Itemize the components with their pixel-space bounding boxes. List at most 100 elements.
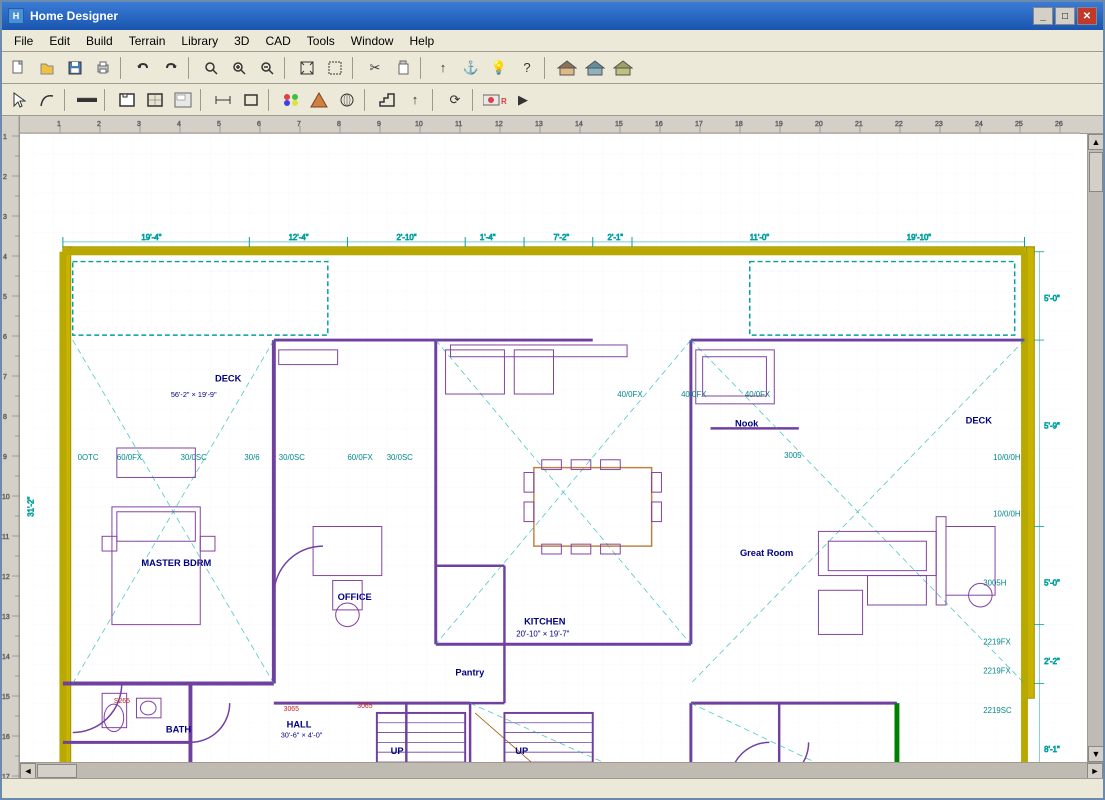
svg-text:REC: REC	[501, 97, 507, 106]
svg-text:19: 19	[775, 121, 783, 128]
scroll-up-button[interactable]: ▲	[1088, 134, 1103, 150]
menu-help[interactable]: Help	[401, 32, 442, 50]
menu-library[interactable]: Library	[173, 32, 226, 50]
svg-text:3065: 3065	[357, 703, 372, 710]
menu-tools[interactable]: Tools	[299, 32, 343, 50]
menu-build[interactable]: Build	[78, 32, 121, 50]
close-button[interactable]: ✕	[1077, 7, 1097, 25]
svg-text:5'-9": 5'-9"	[1044, 421, 1060, 430]
wall-tool[interactable]	[74, 88, 100, 112]
svg-text:Nook: Nook	[735, 418, 759, 428]
svg-text:Great Room: Great Room	[740, 548, 793, 558]
paste-button[interactable]	[390, 56, 416, 80]
svg-text:30/0SC: 30/0SC	[181, 453, 207, 462]
redo-button[interactable]	[158, 56, 184, 80]
scroll-track-horizontal	[36, 763, 1087, 778]
dimension-tool[interactable]	[210, 88, 236, 112]
curve-tool[interactable]	[34, 88, 60, 112]
new-button[interactable]	[6, 56, 32, 80]
menu-edit[interactable]: Edit	[41, 32, 78, 50]
menu-window[interactable]: Window	[343, 32, 402, 50]
svg-text:30'-6" × 4'-0": 30'-6" × 4'-0"	[281, 730, 323, 739]
svg-text:5'-0": 5'-0"	[1044, 578, 1060, 587]
scrollbar-vertical[interactable]: ▲ ▼	[1087, 134, 1103, 762]
svg-text:MASTER BDRM: MASTER BDRM	[141, 558, 211, 568]
svg-text:HALL: HALL	[287, 720, 312, 730]
undo-button[interactable]	[130, 56, 156, 80]
svg-text:11: 11	[455, 121, 462, 128]
menu-3d[interactable]: 3D	[226, 32, 257, 50]
svg-text:20: 20	[815, 121, 823, 128]
svg-text:30/6: 30/6	[244, 453, 260, 462]
open-button[interactable]	[34, 56, 60, 80]
room-tool[interactable]	[114, 88, 140, 112]
scroll-down-button[interactable]: ▼	[1088, 746, 1103, 762]
camera-button[interactable]	[582, 56, 608, 80]
svg-text:1: 1	[3, 134, 7, 141]
svg-text:8: 8	[337, 121, 341, 128]
svg-text:4: 4	[177, 121, 181, 128]
stair-tool[interactable]	[374, 88, 400, 112]
up-arrow-button[interactable]: ↑	[402, 88, 428, 112]
svg-text:2: 2	[3, 174, 7, 181]
floor-tool[interactable]	[142, 88, 168, 112]
scroll-left-button[interactable]: ◄	[20, 763, 36, 779]
svg-text:10: 10	[415, 121, 423, 128]
print-button[interactable]	[90, 56, 116, 80]
svg-text:11'-0": 11'-0"	[750, 233, 770, 242]
menu-file[interactable]: File	[6, 32, 41, 50]
zoom-fit-button[interactable]	[198, 56, 224, 80]
maximize-button[interactable]: □	[1055, 7, 1075, 25]
help-button[interactable]: ?	[514, 56, 540, 80]
extent-button[interactable]	[294, 56, 320, 80]
svg-text:15: 15	[615, 121, 623, 128]
light-button[interactable]: 💡	[486, 56, 512, 80]
canvas-viewport: 19'-4" 12'-4" 2'-10" 1'-4" 7'-2" 2'-1" 1…	[20, 134, 1103, 762]
svg-text:UP: UP	[391, 746, 404, 756]
save-button[interactable]	[62, 56, 88, 80]
status-bar	[2, 778, 1103, 798]
svg-text:13: 13	[535, 121, 543, 128]
anchor-button[interactable]: ⚓	[458, 56, 484, 80]
svg-text:2'-1": 2'-1"	[607, 233, 623, 242]
title-bar: H Home Designer _ □ ✕	[2, 2, 1103, 30]
cut-button[interactable]: ✂	[362, 56, 388, 80]
menu-terrain[interactable]: Terrain	[121, 32, 174, 50]
scroll-thumb-vertical[interactable]	[1089, 152, 1103, 192]
arrow-up-button[interactable]: ↑	[430, 56, 456, 80]
select-tool[interactable]	[6, 88, 32, 112]
rotate-tool[interactable]: ⟳	[442, 88, 468, 112]
svg-text:3005: 3005	[784, 451, 802, 460]
record-button[interactable]: REC	[482, 88, 508, 112]
svg-text:UP: UP	[515, 746, 528, 756]
svg-text:20'-10" × 19'-7": 20'-10" × 19'-7"	[516, 629, 569, 638]
scroll-right-button[interactable]: ►	[1087, 763, 1103, 779]
scrollbar-horizontal[interactable]: ◄ ►	[20, 762, 1103, 778]
play-button[interactable]: ▶	[510, 88, 536, 112]
save-plan-button[interactable]	[170, 88, 196, 112]
svg-text:9: 9	[377, 121, 381, 128]
menu-cad[interactable]: CAD	[257, 32, 298, 50]
svg-text:S265: S265	[114, 698, 130, 705]
zoom-in-button[interactable]	[226, 56, 252, 80]
minimize-button[interactable]: _	[1033, 7, 1053, 25]
svg-text:1: 1	[57, 121, 61, 128]
svg-text:40/0FX: 40/0FX	[617, 390, 643, 399]
floor-plan-canvas[interactable]: 19'-4" 12'-4" 2'-10" 1'-4" 7'-2" 2'-1" 1…	[20, 134, 1087, 762]
texture-tool[interactable]	[334, 88, 360, 112]
svg-text:16: 16	[655, 121, 663, 128]
scroll-thumb-horizontal[interactable]	[37, 764, 77, 778]
zoom-out-button[interactable]	[254, 56, 280, 80]
window-select-button[interactable]	[322, 56, 348, 80]
svg-text:5: 5	[217, 121, 221, 128]
color-tool[interactable]	[278, 88, 304, 112]
material-tool[interactable]	[306, 88, 332, 112]
overview-button[interactable]	[610, 56, 636, 80]
menu-bar: File Edit Build Terrain Library 3D CAD T…	[2, 30, 1103, 52]
3d-house-button[interactable]	[554, 56, 580, 80]
svg-text:2'-2": 2'-2"	[1044, 657, 1060, 666]
window-title: Home Designer	[30, 9, 1033, 23]
svg-text:9: 9	[3, 454, 7, 461]
box-tool[interactable]	[238, 88, 264, 112]
svg-text:10/0/0H: 10/0/0H	[993, 510, 1021, 519]
